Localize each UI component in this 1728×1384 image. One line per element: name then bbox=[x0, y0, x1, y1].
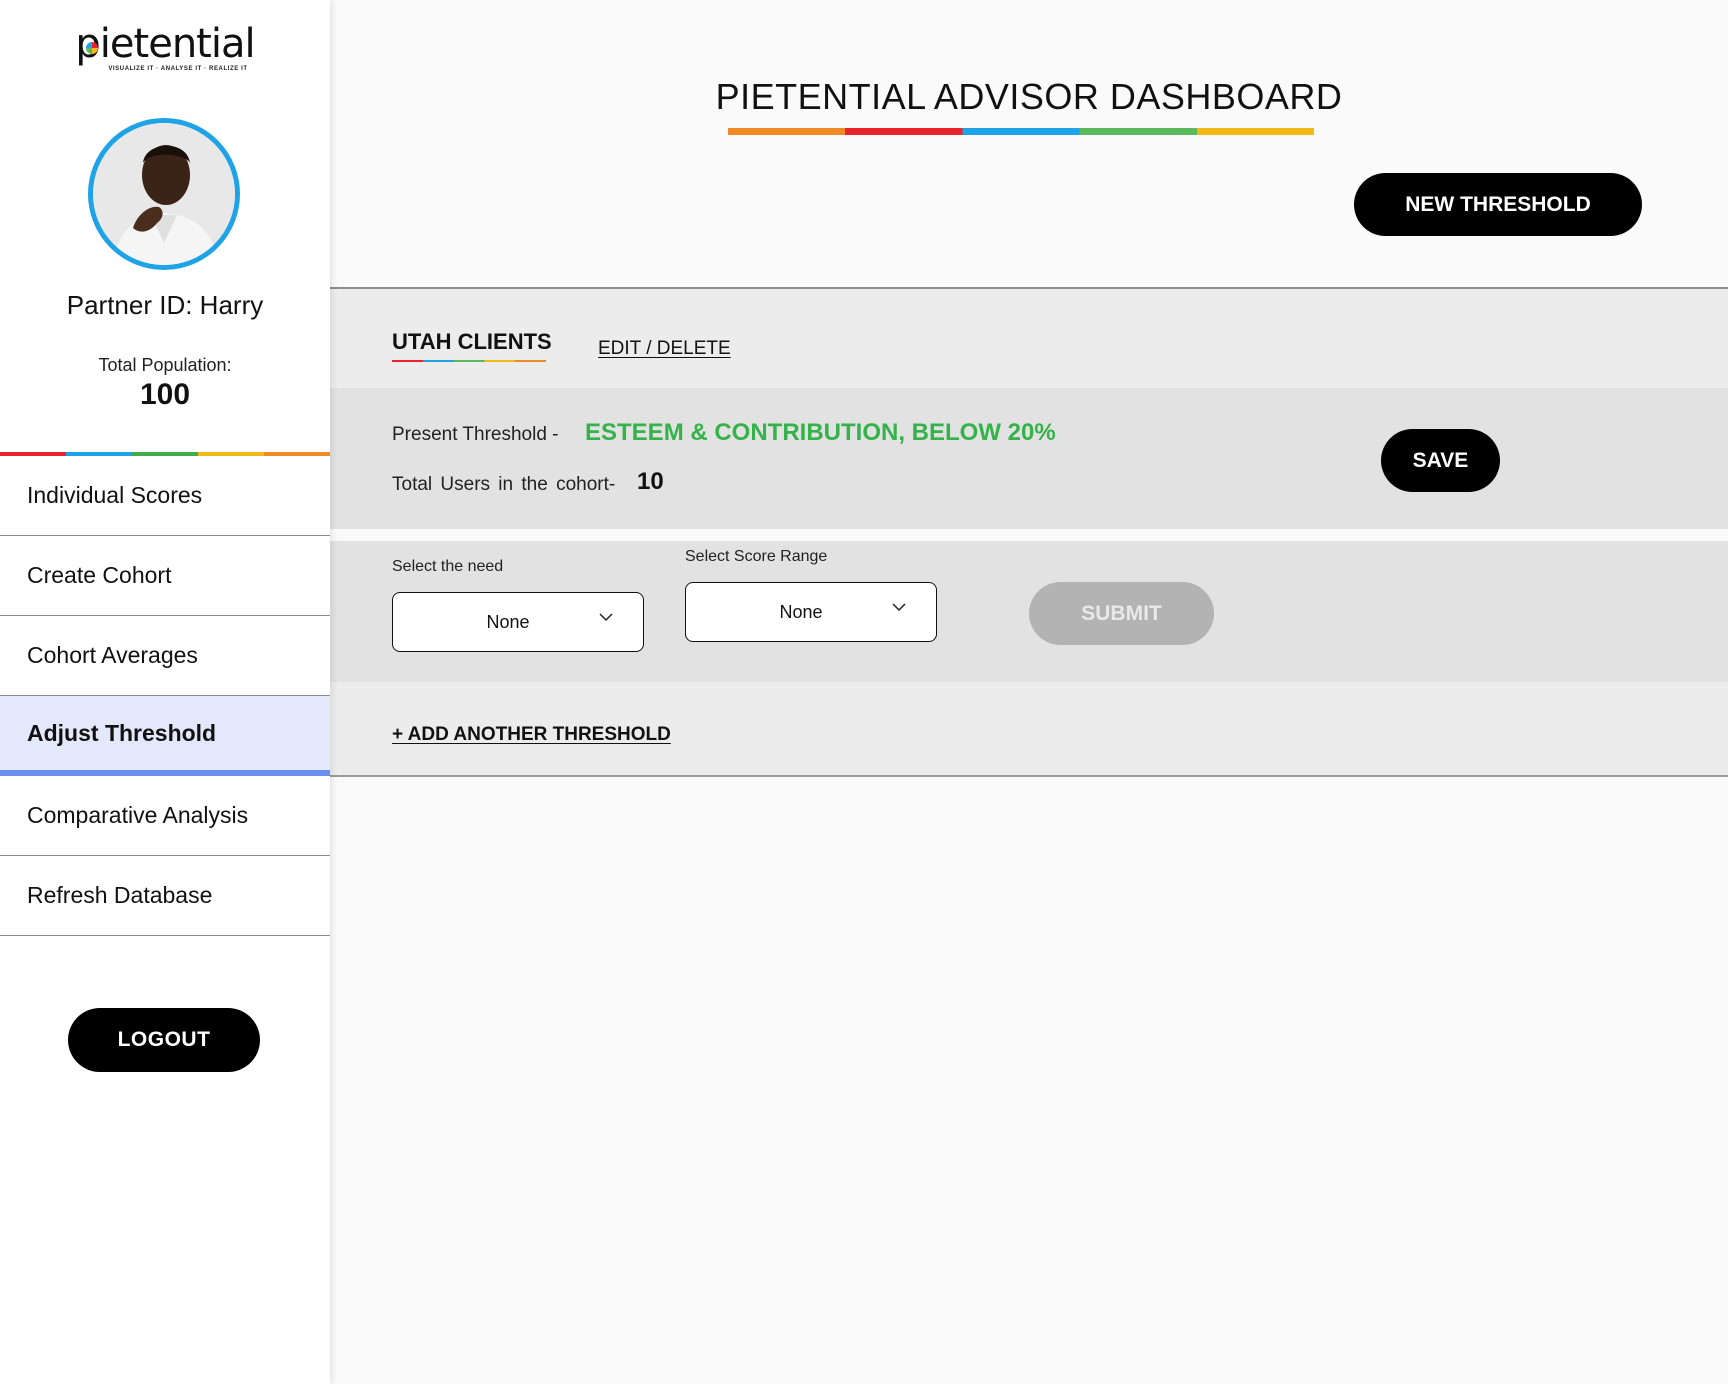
add-threshold-row: + ADD ANOTHER THRESHOLD bbox=[330, 682, 1728, 775]
divider bbox=[330, 775, 1728, 777]
main-content: PIETENTIAL ADVISOR DASHBOARD NEW THRESHO… bbox=[330, 0, 1728, 1384]
population-value: 100 bbox=[139, 378, 191, 411]
score-range-value: None bbox=[779, 601, 823, 622]
sidebar-item-label: Cohort Averages bbox=[27, 642, 198, 668]
tab-active-underline bbox=[392, 360, 546, 362]
sidebar-nav: Individual Scores Create Cohort Cohort A… bbox=[0, 456, 330, 936]
threshold-form: Select the need None Select Score Range … bbox=[330, 541, 1728, 682]
avatar-portrait-icon bbox=[93, 123, 235, 265]
present-threshold-value: ESTEEM & CONTRIBUTION, BELOW 20% bbox=[585, 419, 1056, 446]
sidebar-item-label: Individual Scores bbox=[27, 482, 203, 508]
cohort-users-value: 10 bbox=[637, 468, 664, 495]
sidebar-item-create-cohort[interactable]: Create Cohort bbox=[0, 536, 330, 616]
sidebar: pietential VISUALIZE IT · ANALYSE IT · R… bbox=[0, 0, 330, 1384]
partner-id: Partner ID: Harry bbox=[66, 290, 264, 320]
logout-button[interactable]: LOGOUT bbox=[68, 1008, 260, 1072]
sidebar-item-comparative-analysis[interactable]: Comparative Analysis bbox=[0, 776, 330, 856]
save-button[interactable]: SAVE bbox=[1381, 429, 1500, 492]
add-another-threshold-link[interactable]: + ADD ANOTHER THRESHOLD bbox=[392, 724, 671, 746]
title-color-bar bbox=[728, 128, 1314, 135]
population-label: Total Population: bbox=[98, 355, 232, 375]
present-threshold-panel: Present Threshold - ESTEEM & CONTRIBUTIO… bbox=[330, 388, 1728, 529]
sidebar-item-adjust-threshold[interactable]: Adjust Threshold bbox=[0, 696, 330, 776]
chevron-down-icon bbox=[892, 603, 906, 612]
need-select-label: Select the need bbox=[392, 558, 504, 575]
sidebar-item-label: Adjust Threshold bbox=[27, 719, 217, 746]
page-title: PIETENTIAL ADVISOR DASHBOARD bbox=[715, 76, 1343, 117]
sidebar-item-label: Create Cohort bbox=[27, 562, 172, 588]
avatar[interactable] bbox=[88, 118, 240, 270]
brand-logo[interactable]: pietential VISUALIZE IT · ANALYSE IT · R… bbox=[0, 24, 330, 72]
submit-button[interactable]: SUBMIT bbox=[1029, 582, 1214, 645]
score-range-label: Select Score Range bbox=[685, 548, 828, 565]
cohort-users-label: Total Users in the cohort- bbox=[392, 474, 616, 495]
sidebar-item-label: Refresh Database bbox=[27, 882, 213, 908]
sidebar-item-cohort-averages[interactable]: Cohort Averages bbox=[0, 616, 330, 696]
edit-delete-link[interactable]: EDIT / DELETE bbox=[598, 338, 731, 360]
tab-utah-clients[interactable]: UTAH CLIENTS bbox=[392, 329, 552, 355]
cohort-tabs: UTAH CLIENTS EDIT / DELETE bbox=[330, 289, 1728, 388]
app-root: pietential VISUALIZE IT · ANALYSE IT · R… bbox=[0, 0, 1728, 1384]
present-threshold-label: Present Threshold - bbox=[392, 424, 559, 445]
sidebar-item-label: Comparative Analysis bbox=[27, 802, 249, 828]
logo-wordmark: pietential bbox=[75, 21, 255, 67]
need-select[interactable]: None bbox=[392, 592, 644, 652]
sidebar-item-individual-scores[interactable]: Individual Scores bbox=[0, 456, 330, 536]
score-range-select[interactable]: None bbox=[685, 582, 937, 642]
new-threshold-button[interactable]: NEW THRESHOLD bbox=[1354, 173, 1642, 236]
need-select-value: None bbox=[486, 611, 530, 632]
chevron-down-icon bbox=[599, 613, 613, 622]
sidebar-item-refresh-database[interactable]: Refresh Database bbox=[0, 856, 330, 936]
